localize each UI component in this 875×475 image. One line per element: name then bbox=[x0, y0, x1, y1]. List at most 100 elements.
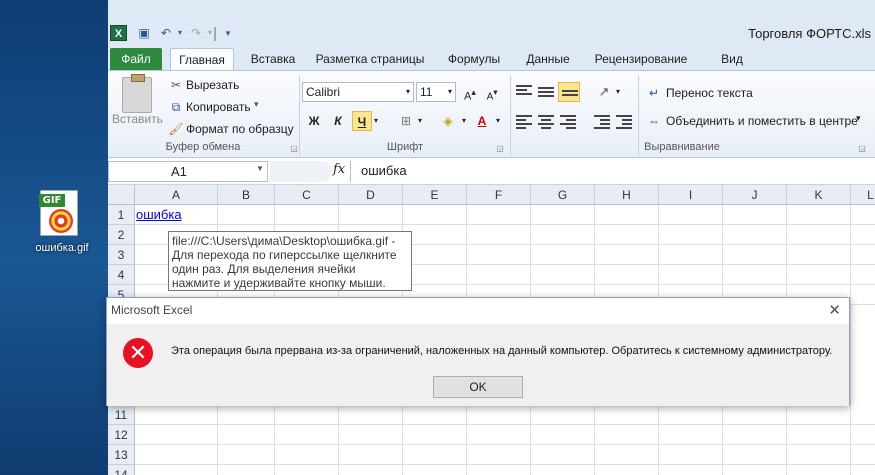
row-gridline bbox=[135, 424, 875, 425]
align-left-icon[interactable] bbox=[516, 115, 532, 129]
font-size-value: 11 bbox=[420, 85, 433, 99]
align-middle-icon[interactable] bbox=[538, 87, 554, 101]
column-header-b[interactable]: B bbox=[218, 185, 275, 205]
column-header-f[interactable]: F bbox=[467, 185, 531, 205]
error-icon: ✕ bbox=[123, 338, 153, 368]
fill-dropdown-icon[interactable]: ▾ bbox=[458, 111, 470, 131]
save-icon[interactable]: ▣ bbox=[136, 24, 152, 42]
tab-page-layout[interactable]: Разметка страницы bbox=[310, 48, 430, 70]
column-header-h[interactable]: H bbox=[595, 185, 659, 205]
paste-button[interactable]: Вставить bbox=[112, 112, 163, 126]
row-header-2[interactable]: 2 bbox=[108, 225, 135, 245]
format-painter-icon[interactable]: 🖌 bbox=[168, 121, 184, 137]
dialog-body: ✕ Эта операция была прервана из-за огран… bbox=[107, 324, 849, 406]
tooltip-line: один раз. Для выделения ячейки bbox=[172, 262, 356, 276]
wrap-text-icon[interactable]: ↵ bbox=[646, 85, 662, 101]
align-center-icon[interactable] bbox=[538, 115, 554, 129]
tab-insert[interactable]: Вставка bbox=[246, 48, 300, 70]
name-box-dropdown-icon[interactable]: ▼ bbox=[256, 164, 264, 173]
row-gridline bbox=[135, 464, 875, 465]
orientation-icon[interactable]: ↗ bbox=[594, 82, 614, 102]
font-launcher-icon[interactable]: ◲ bbox=[492, 141, 508, 157]
gif-swirl-icon bbox=[49, 209, 73, 233]
gif-badge: GIF bbox=[39, 194, 65, 207]
alignment-group-label: Выравнивание bbox=[644, 141, 720, 153]
font-group-label: Шрифт bbox=[386, 141, 424, 153]
increase-indent-icon[interactable] bbox=[616, 115, 632, 129]
font-color-icon[interactable]: A bbox=[472, 111, 492, 131]
desktop-file-icon[interactable]: GIF ошибка.gif bbox=[22, 190, 102, 260]
tab-data[interactable]: Данные bbox=[518, 48, 578, 70]
fill-color-icon[interactable]: ◈ bbox=[438, 111, 458, 131]
font-name-select[interactable]: Calibri ▾ bbox=[302, 82, 414, 102]
borders-icon[interactable]: ⊞ bbox=[396, 111, 416, 131]
underline-dropdown-icon[interactable]: ▾ bbox=[370, 111, 382, 131]
row-header-11[interactable]: 11 bbox=[108, 405, 135, 425]
gif-file-icon: GIF bbox=[39, 190, 78, 236]
font-color-dropdown-icon[interactable]: ▾ bbox=[492, 111, 504, 131]
tab-formulas[interactable]: Формулы bbox=[440, 48, 508, 70]
tab-file[interactable]: Файл bbox=[110, 48, 162, 70]
orientation-dropdown-icon[interactable]: ▾ bbox=[612, 82, 624, 102]
copy-button[interactable]: Копировать bbox=[186, 100, 251, 114]
ok-button[interactable]: OK bbox=[433, 376, 523, 398]
tab-review[interactable]: Рецензирование bbox=[588, 48, 694, 70]
row-header-1[interactable]: 1 bbox=[108, 205, 135, 225]
column-header-i[interactable]: I bbox=[659, 185, 723, 205]
name-box[interactable]: A1 bbox=[108, 161, 268, 182]
excel-logo-icon[interactable]: X bbox=[110, 25, 127, 41]
increase-font-icon[interactable]: A▴ bbox=[460, 82, 480, 103]
column-header-j[interactable]: J bbox=[723, 185, 787, 205]
alignment-launcher-icon[interactable]: ◲ bbox=[854, 141, 870, 157]
align-right-icon[interactable] bbox=[560, 115, 576, 129]
row-header-13[interactable]: 13 bbox=[108, 445, 135, 465]
row-header-3[interactable]: 3 bbox=[108, 245, 135, 265]
select-all-corner[interactable] bbox=[108, 185, 135, 205]
decrease-font-icon[interactable]: A▾ bbox=[482, 82, 502, 102]
font-size-select[interactable]: 11 ▾ bbox=[416, 82, 456, 102]
dialog-message: Эта операция была прервана из-за огранич… bbox=[171, 345, 833, 357]
tab-home[interactable]: Главная bbox=[170, 48, 234, 70]
align-top-icon[interactable] bbox=[516, 85, 532, 99]
column-header-d[interactable]: D bbox=[339, 185, 403, 205]
column-header-g[interactable]: G bbox=[531, 185, 595, 205]
formula-input[interactable]: ошибка bbox=[350, 161, 875, 182]
merge-dropdown-icon[interactable]: ▾ bbox=[856, 113, 861, 124]
customize-qat-icon[interactable]: ▾ bbox=[220, 24, 236, 42]
tooltip-line: нажмите и удерживайте кнопку мыши. bbox=[172, 276, 386, 290]
column-header-l[interactable]: L bbox=[851, 185, 875, 205]
column-header-c[interactable]: C bbox=[275, 185, 339, 205]
copy-dropdown-icon[interactable]: ▾ bbox=[254, 99, 259, 110]
copy-icon[interactable]: ⧉ bbox=[168, 99, 184, 115]
tab-view[interactable]: Вид bbox=[714, 48, 750, 70]
italic-button[interactable]: К bbox=[328, 111, 348, 131]
dialog-title: Microsoft Excel bbox=[111, 303, 193, 317]
close-icon[interactable]: ✕ bbox=[828, 301, 841, 319]
merge-center-button[interactable]: Объединить и поместить в центре bbox=[666, 114, 858, 128]
merge-center-icon[interactable]: ⇔ bbox=[646, 113, 662, 129]
cell-a1-hyperlink[interactable]: ошибка bbox=[136, 207, 182, 222]
paste-icon[interactable] bbox=[122, 74, 152, 113]
tooltip-line: Для перехода по гиперссылке щелкните bbox=[172, 248, 397, 262]
hyperlink-tooltip: file:///C:\Users\дима\Desktop\ошибка.gif… bbox=[168, 231, 412, 291]
borders-dropdown-icon[interactable]: ▾ bbox=[414, 111, 426, 131]
column-header-k[interactable]: K bbox=[787, 185, 851, 205]
format-painter-button[interactable]: Формат по образцу bbox=[186, 122, 294, 136]
align-bottom-button[interactable] bbox=[558, 82, 580, 102]
insert-function-button[interactable]: fx bbox=[333, 162, 345, 177]
scissors-icon[interactable]: ✂ bbox=[168, 77, 184, 93]
row-header-12[interactable]: 12 bbox=[108, 425, 135, 445]
column-header-a[interactable]: A bbox=[135, 185, 218, 205]
wrap-text-button[interactable]: Перенос текста bbox=[666, 86, 753, 100]
formula-separator-handle[interactable] bbox=[270, 161, 332, 182]
ribbon: Вставить ✂ Вырезать ⧉ Копировать ▾ 🖌 Фор… bbox=[108, 70, 875, 158]
row-header-14[interactable]: 14 bbox=[108, 465, 135, 475]
decrease-indent-icon[interactable] bbox=[594, 115, 610, 129]
row-header-4[interactable]: 4 bbox=[108, 265, 135, 285]
bold-button[interactable]: Ж bbox=[304, 111, 324, 131]
undo-dropdown-icon[interactable]: ▾ bbox=[172, 24, 188, 42]
underline-button[interactable]: Ч bbox=[352, 111, 372, 131]
column-header-e[interactable]: E bbox=[403, 185, 467, 205]
align-bottom-icon bbox=[562, 90, 578, 104]
cut-button[interactable]: Вырезать bbox=[186, 78, 239, 92]
